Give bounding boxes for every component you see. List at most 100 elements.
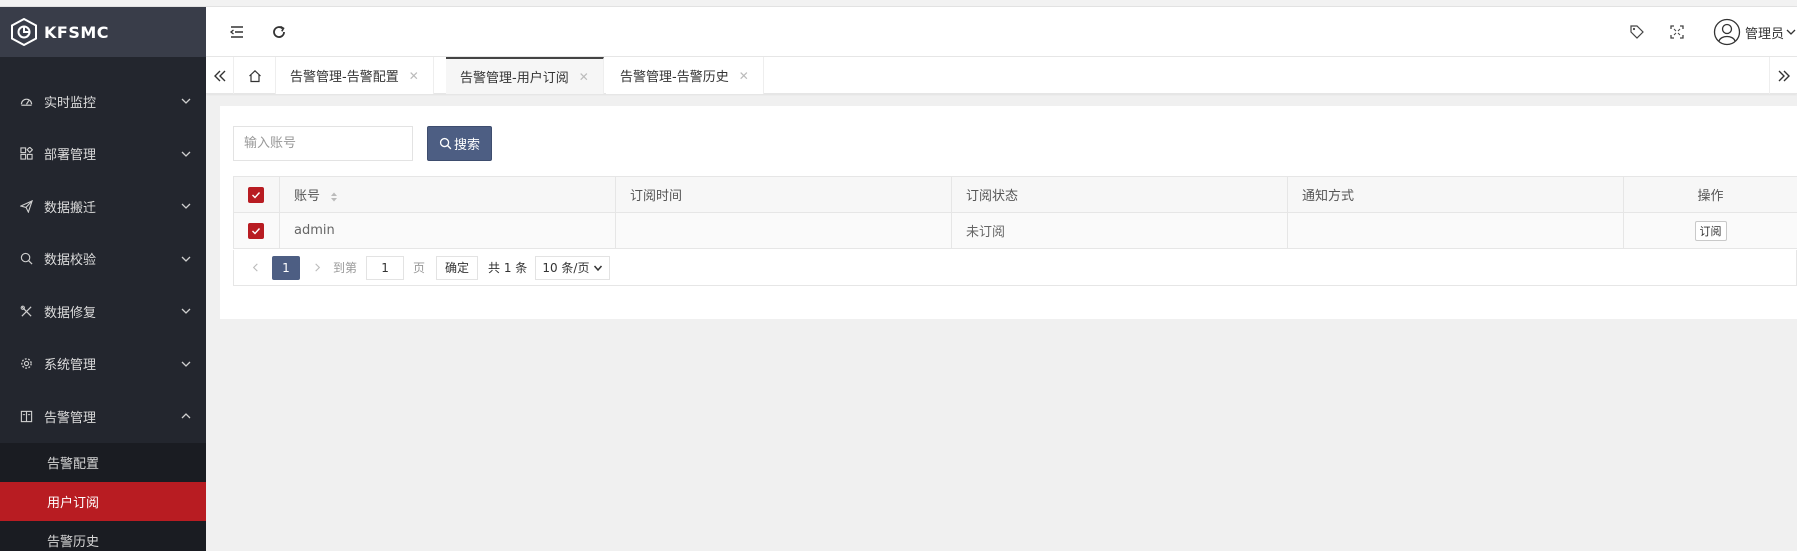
sidebar-item-data-migration[interactable]: 数据搬迁 [0,180,206,233]
top-header: 管理员 [206,7,1797,57]
column-header-label: 账号 [294,189,321,204]
check-icon [252,227,261,235]
alarm-submenu: 告警配置 用户订阅 告警历史 [0,442,206,551]
sidebar-item-label: 数据搬迁 [44,200,97,216]
double-chevron-right-icon [1778,70,1790,81]
send-icon [18,198,34,214]
home-icon [248,69,261,82]
chevron-down-icon [181,203,191,210]
column-header-notify: 通知方式 [1287,176,1624,213]
sidebar-subitem-user-subscription[interactable]: 用户订阅 [0,481,206,521]
sidebar-item-system[interactable]: 系统管理 [0,338,206,391]
table-row: admin 未订阅 订阅 [233,212,1797,249]
content-card: 搜索 账号 订阅时间 订阅状态 [220,106,1797,319]
search-button-label: 搜索 [453,138,480,153]
menu-fold-icon [229,26,243,38]
sidebar: KFSMC 实时监控 部署管理 数据搬迁 数据校验 数据修复 系统管理 告警管理… [0,7,206,551]
cell-action: 订阅 [1623,212,1797,249]
sort-icon[interactable] [330,191,338,203]
total-count: 共 1 条 [488,261,528,275]
sidebar-item-data-repair[interactable]: 数据修复 [0,285,206,338]
sidebar-subitem-alarm-config[interactable]: 告警配置 [0,443,206,482]
close-icon[interactable]: ✕ [579,70,589,84]
chevron-down-icon [1786,29,1796,35]
prev-page-button[interactable] [244,257,266,279]
tab-alarm-history[interactable]: 告警管理-告警历史 ✕ [606,57,764,94]
sidebar-item-realtime-monitor[interactable]: 实时监控 [0,75,206,128]
row-select-cell [233,212,280,249]
tab-home[interactable] [234,57,276,94]
row-checkbox[interactable] [248,222,264,239]
goto-page-input[interactable] [366,255,405,280]
cell-account: admin [279,212,616,249]
dashboard-icon [18,93,34,109]
sidebar-item-label: 告警管理 [44,410,97,426]
fullscreen-button[interactable] [1666,21,1688,43]
close-icon[interactable]: ✕ [409,69,419,83]
collapse-sidebar-button[interactable] [226,21,248,43]
goto-confirm-button[interactable]: 确定 [436,255,479,280]
chevron-right-icon [314,263,320,272]
theme-tag-button[interactable] [1626,21,1648,43]
account-search-input[interactable] [233,126,413,161]
check-icon [252,191,261,199]
goto-prefix: 到第 [333,261,358,275]
sidebar-item-alarm[interactable]: 告警管理 [0,390,206,443]
next-page-button[interactable] [306,257,328,279]
tabs-scroll-right-button[interactable] [1769,57,1797,94]
chevron-left-icon [252,263,258,272]
refresh-icon [273,25,285,38]
tab-label: 告警管理-告警配置 [290,70,399,85]
page-size-label: 10 条/页 [542,261,590,275]
sidebar-item-label: 数据校验 [44,253,97,269]
fullscreen-icon [1670,25,1684,39]
page-size-select[interactable]: 10 条/页 [535,255,611,280]
chevron-down-icon [181,151,191,157]
tools-icon [18,303,34,319]
logo[interactable]: KFSMC [0,7,206,57]
tag-icon [1630,25,1644,39]
book-icon [18,408,34,424]
chevron-up-icon [181,413,191,419]
table-header-row: 账号 订阅时间 订阅状态 通知方式 操作 [233,176,1797,213]
cell-notify [1287,212,1624,249]
logo-icon [11,18,37,46]
tabs-bar: 告警管理-告警配置 ✕ 告警管理-用户订阅 ✕ 告警管理-告警历史 ✕ [206,57,1797,94]
sidebar-item-label: 系统管理 [44,358,97,374]
pagination: 1 到第 页 确定 共 1 条 10 条/页 [233,250,1797,286]
cell-subscribe-time [615,212,952,249]
chevron-down-icon [181,98,191,105]
search-button[interactable]: 搜索 [427,126,492,161]
tab-alarm-config[interactable]: 告警管理-告警配置 ✕ [276,57,434,94]
subscribe-button[interactable]: 订阅 [1694,220,1727,241]
user-name: 管理员 [1744,26,1784,42]
tab-user-subscription[interactable]: 告警管理-用户订阅 ✕ [446,57,604,94]
tabs-scroll-left-button[interactable] [206,57,234,94]
chevron-down-icon [181,308,191,315]
tab-label: 告警管理-用户订阅 [460,71,569,86]
sidebar-item-data-check[interactable]: 数据校验 [0,233,206,286]
chevron-down-icon [181,256,191,262]
select-all-checkbox[interactable] [248,186,264,203]
refresh-button[interactable] [268,21,290,43]
app-name: KFSMC [44,22,110,42]
subscription-table: 账号 订阅时间 订阅状态 通知方式 操作 admin 未订阅 订阅 [233,176,1797,249]
sidebar-item-deploy[interactable]: 部署管理 [0,128,206,181]
sidebar-item-label: 部署管理 [44,148,97,164]
sidebar-item-label: 数据修复 [44,305,97,321]
select-all-cell [233,176,280,213]
search-check-icon [18,251,34,267]
gear-icon [18,356,34,372]
cell-status: 未订阅 [951,212,1288,249]
column-header-status: 订阅状态 [951,176,1288,213]
window-top-strip [0,0,1797,7]
column-header-action: 操作 [1623,176,1797,213]
close-icon[interactable]: ✕ [739,69,749,83]
column-header-account[interactable]: 账号 [279,176,616,213]
sidebar-subitem-alarm-history[interactable]: 告警历史 [0,521,206,551]
user-menu[interactable]: 管理员 [1713,17,1797,47]
page-number-current[interactable]: 1 [272,255,300,280]
apps-icon [18,146,34,162]
goto-suffix: 页 [413,261,426,275]
double-chevron-left-icon [213,70,225,81]
